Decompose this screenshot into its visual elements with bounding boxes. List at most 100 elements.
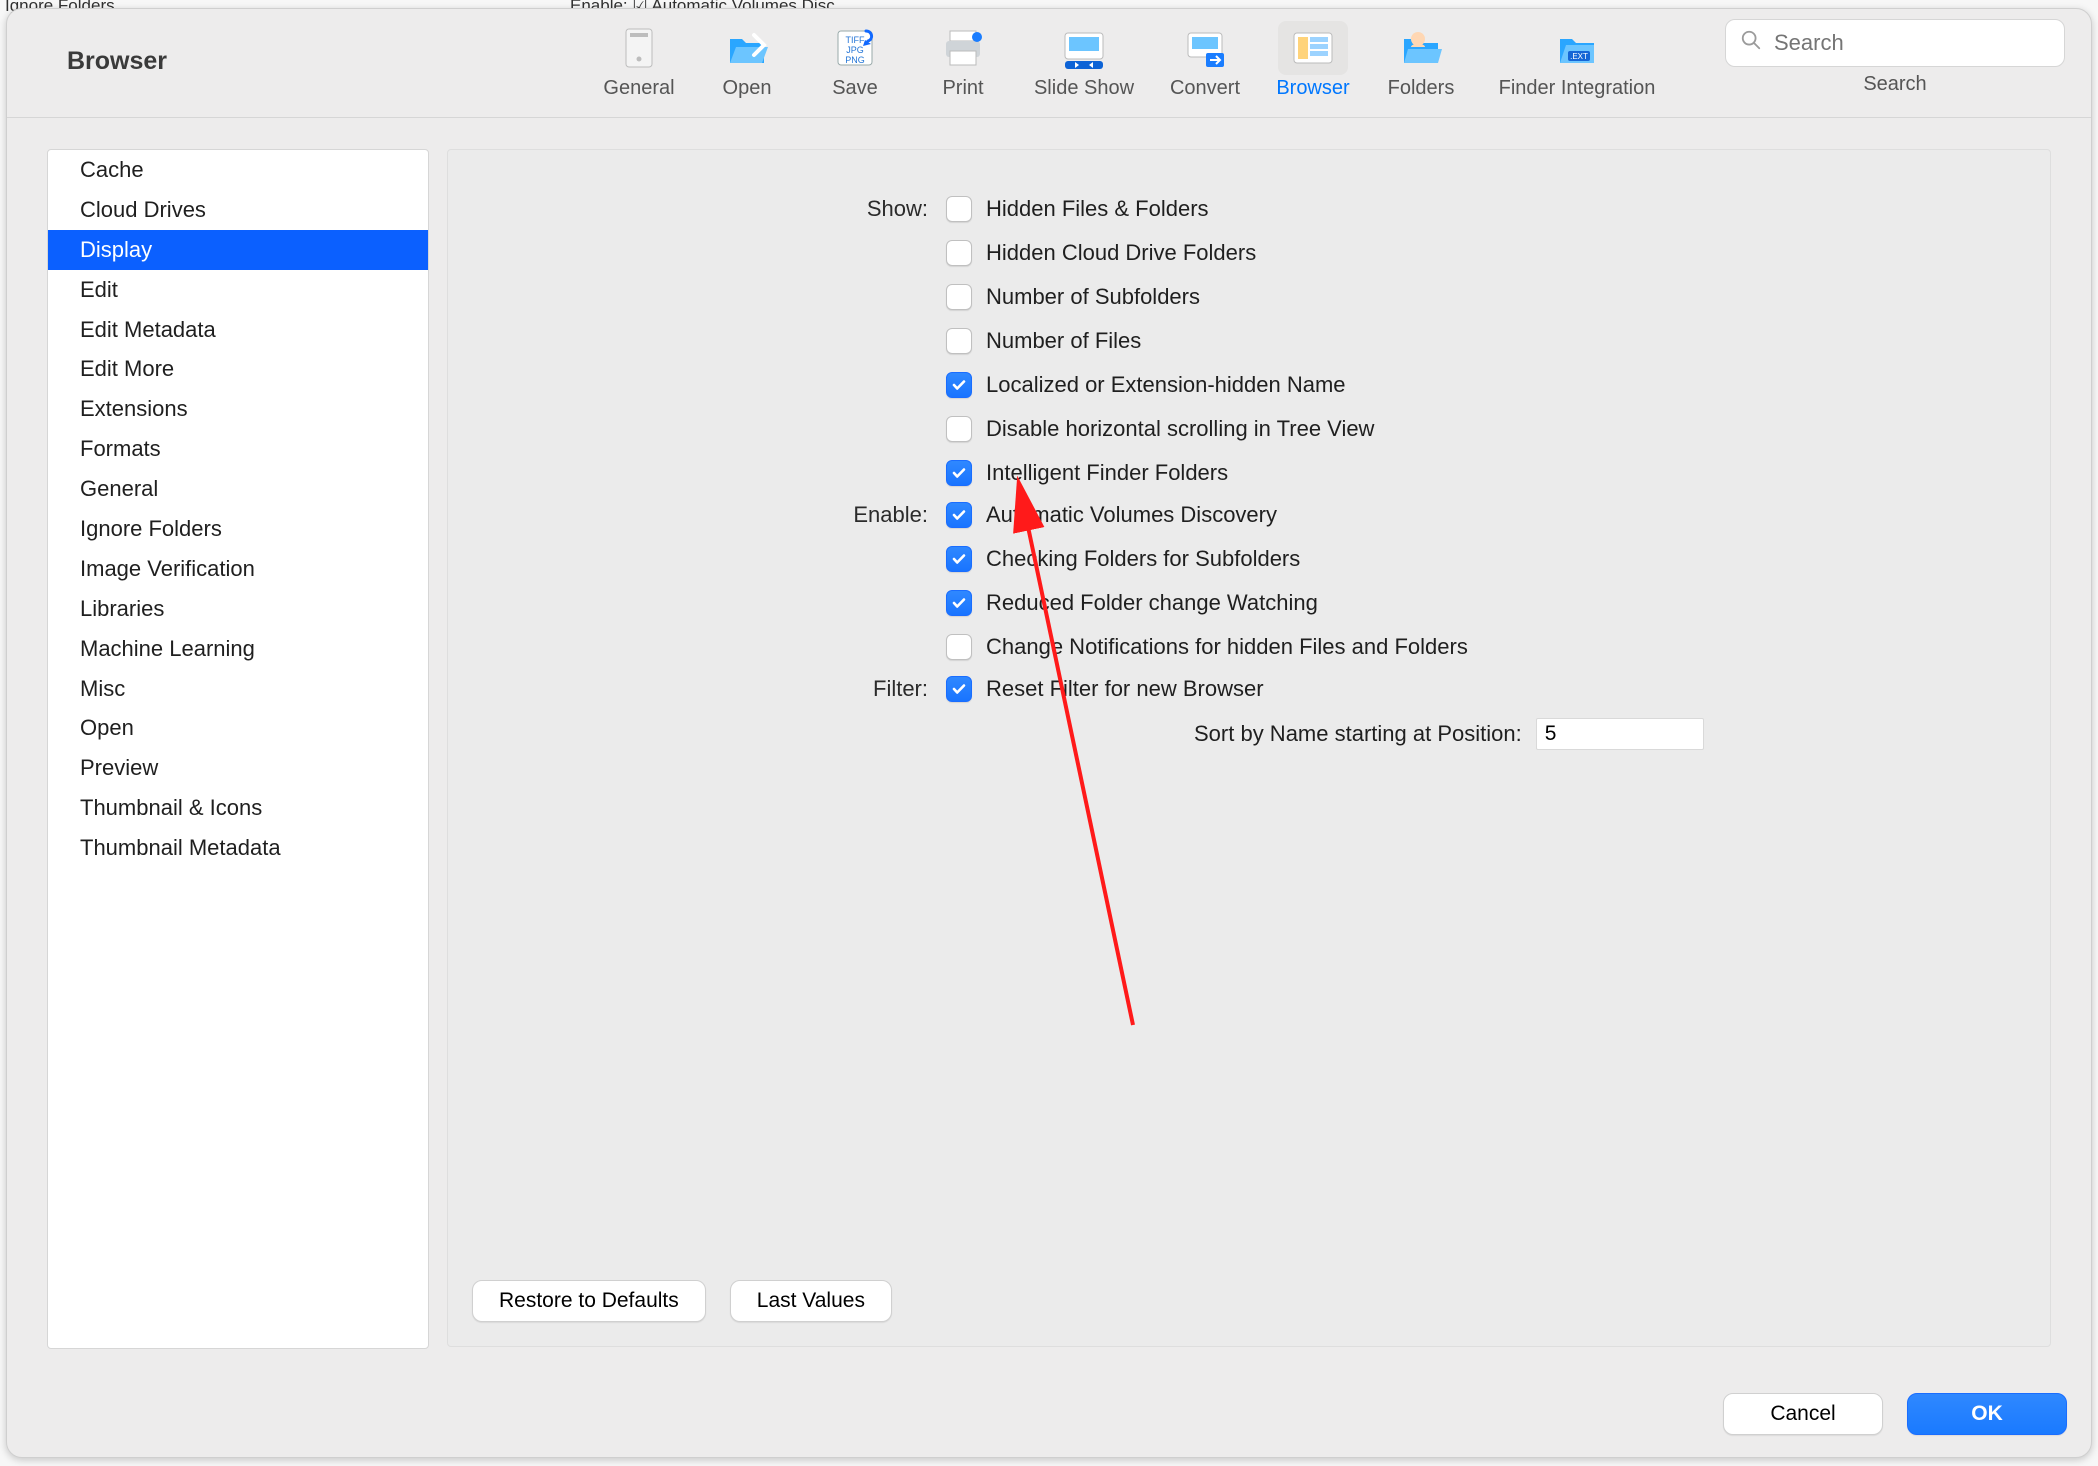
- search-caption: Search: [1725, 73, 2065, 96]
- checkbox[interactable]: [946, 502, 972, 528]
- toolbar-item-folders[interactable]: Folders: [1369, 19, 1473, 100]
- option-hidden-cloud-drive-folders[interactable]: Hidden Cloud Drive Folders: [946, 234, 1374, 272]
- svg-text:PNG: PNG: [845, 55, 865, 65]
- svg-text:JPG: JPG: [846, 45, 864, 55]
- toolbar-item-slide-show[interactable]: Slide Show: [1019, 19, 1149, 100]
- group-options: Hidden Files & Folders Hidden Cloud Drive…: [946, 190, 1374, 492]
- toolbar-item-label: Open: [695, 77, 799, 100]
- sidebar-item-open[interactable]: Open: [48, 708, 428, 748]
- sidebar-item-libraries[interactable]: Libraries: [48, 589, 428, 629]
- sidebar-item-display[interactable]: Display: [48, 230, 428, 270]
- convert-icon: [1170, 21, 1240, 75]
- toolbar: Browser GeneralOpen TIFFJPGPNG SavePrintSl…: [7, 9, 2091, 118]
- option-label: Automatic Volumes Discovery: [986, 496, 1277, 534]
- settings-form: Show:Hidden Files & Folders Hidden Cloud …: [448, 190, 2050, 754]
- option-reduced-folder-change-watching[interactable]: Reduced Folder change Watching: [946, 584, 1468, 622]
- preferences-window: Browser GeneralOpenTIFFJPGPNGSavePrintSl…: [6, 8, 2092, 1458]
- sidebar-item-preview[interactable]: Preview: [48, 748, 428, 788]
- option-disable-horizontal-scrolling-in-tree-view[interactable]: Disable horizontal scrolling in Tree Vie…: [946, 410, 1374, 448]
- checkbox[interactable]: [946, 416, 972, 442]
- browser-icon: [1278, 21, 1348, 75]
- checkbox[interactable]: [946, 460, 972, 486]
- sidebar-item-general[interactable]: General: [48, 469, 428, 509]
- sidebar-item-edit-more[interactable]: Edit More: [48, 349, 428, 389]
- checkbox[interactable]: [946, 634, 972, 660]
- toolbar-item-save[interactable]: TIFFJPGPNG Save: [803, 19, 907, 100]
- checkbox[interactable]: [946, 590, 972, 616]
- toolbar-item-label: General: [587, 77, 691, 100]
- search-input[interactable]: [1772, 29, 2064, 57]
- checkbox[interactable]: [946, 328, 972, 354]
- option-checking-folders-for-subfolders[interactable]: Checking Folders for Subfolders: [946, 540, 1468, 578]
- cancel-button[interactable]: Cancel: [1723, 1393, 1883, 1435]
- page-title: Browser: [67, 47, 167, 76]
- toolbar-item-general[interactable]: General: [587, 19, 691, 100]
- option-label: Hidden Cloud Drive Folders: [986, 234, 1256, 272]
- search-icon: [1740, 29, 1762, 57]
- option-label: Number of Subfolders: [986, 278, 1200, 316]
- sidebar-item-extensions[interactable]: Extensions: [48, 389, 428, 429]
- toolbar-item-label: Save: [803, 77, 907, 100]
- panel-button-row: Restore to Defaults Last Values: [472, 1280, 892, 1322]
- general-icon: [604, 21, 674, 75]
- group-label: Show:: [448, 190, 946, 492]
- search-area: Search: [1725, 19, 2065, 96]
- toolbar-item-open[interactable]: Open: [695, 19, 799, 100]
- sort-position-row: Sort by Name starting at Position:: [1194, 718, 1704, 750]
- checkbox[interactable]: [946, 676, 972, 702]
- toolbar-item-label: Print: [911, 77, 1015, 100]
- option-reset-filter-for-new-browser[interactable]: Reset Filter for new Browser: [946, 670, 1704, 708]
- checkbox[interactable]: [946, 284, 972, 310]
- content-area: CacheCloud DrivesDisplayEditEdit Metadat…: [47, 149, 2051, 1347]
- checkbox[interactable]: [946, 546, 972, 572]
- svg-text:.EXT: .EXT: [1570, 52, 1588, 61]
- toolbar-item-label: Browser: [1261, 77, 1365, 100]
- settings-panel: Show:Hidden Files & Folders Hidden Cloud …: [447, 149, 2051, 1347]
- sort-position-input[interactable]: [1536, 718, 1704, 750]
- sidebar-item-cache[interactable]: Cache: [48, 150, 428, 190]
- group-label: Filter:: [448, 670, 946, 750]
- checkbox[interactable]: [946, 372, 972, 398]
- option-number-of-files[interactable]: Number of Files: [946, 322, 1374, 360]
- option-intelligent-finder-folders[interactable]: Intelligent Finder Folders: [946, 454, 1374, 492]
- sidebar-item-image-verification[interactable]: Image Verification: [48, 549, 428, 589]
- toolbar-item-browser[interactable]: Browser: [1261, 19, 1365, 100]
- sidebar-item-edit-metadata[interactable]: Edit Metadata: [48, 310, 428, 350]
- restore-defaults-button[interactable]: Restore to Defaults: [472, 1280, 706, 1322]
- last-values-button[interactable]: Last Values: [730, 1280, 892, 1322]
- sidebar-item-machine-learning[interactable]: Machine Learning: [48, 629, 428, 669]
- checkbox[interactable]: [946, 196, 972, 222]
- sidebar-item-formats[interactable]: Formats: [48, 429, 428, 469]
- dialog-footer: Cancel OK: [1723, 1393, 2067, 1435]
- svg-text:TIFF: TIFF: [846, 35, 865, 45]
- sidebar-item-edit[interactable]: Edit: [48, 270, 428, 310]
- slide-show-icon: [1049, 21, 1119, 75]
- category-sidebar[interactable]: CacheCloud DrivesDisplayEditEdit Metadat…: [47, 149, 429, 1349]
- background-window-hint: Ignore Folders Enable: ☑ Automatic Volum…: [0, 0, 2098, 8]
- sort-position-label: Sort by Name starting at Position:: [1194, 721, 1522, 747]
- sidebar-item-thumbnail-metadata[interactable]: Thumbnail Metadata: [48, 828, 428, 868]
- sidebar-item-cloud-drives[interactable]: Cloud Drives: [48, 190, 428, 230]
- option-label: Reset Filter for new Browser: [986, 670, 1264, 708]
- option-automatic-volumes-discovery[interactable]: Automatic Volumes Discovery: [946, 496, 1468, 534]
- sidebar-item-thumbnail-icons[interactable]: Thumbnail & Icons: [48, 788, 428, 828]
- checkbox[interactable]: [946, 240, 972, 266]
- option-label: Change Notifications for hidden Files an…: [986, 628, 1468, 666]
- toolbar-item-convert[interactable]: Convert: [1153, 19, 1257, 100]
- group-enable: Enable: Automatic Volumes Discovery Checki…: [448, 496, 2050, 666]
- group-label: Enable:: [448, 496, 946, 666]
- search-field[interactable]: [1725, 19, 2065, 67]
- option-label: Reduced Folder change Watching: [986, 584, 1318, 622]
- ok-button[interactable]: OK: [1907, 1393, 2067, 1435]
- option-hidden-files-folders[interactable]: Hidden Files & Folders: [946, 190, 1374, 228]
- toolbar-item-print[interactable]: Print: [911, 19, 1015, 100]
- toolbar-item-finder-integration[interactable]: .EXTFinder Integration: [1477, 19, 1677, 100]
- option-label: Number of Files: [986, 322, 1141, 360]
- option-change-notifications-for-hidden-files-and-folders[interactable]: Change Notifications for hidden Files an…: [946, 628, 1468, 666]
- option-localized-or-extension-hidden-name[interactable]: Localized or Extension-hidden Name: [946, 366, 1374, 404]
- option-label: Intelligent Finder Folders: [986, 454, 1228, 492]
- option-number-of-subfolders[interactable]: Number of Subfolders: [946, 278, 1374, 316]
- group-show: Show:Hidden Files & Folders Hidden Cloud …: [448, 190, 2050, 492]
- sidebar-item-misc[interactable]: Misc: [48, 669, 428, 709]
- sidebar-item-ignore-folders[interactable]: Ignore Folders: [48, 509, 428, 549]
